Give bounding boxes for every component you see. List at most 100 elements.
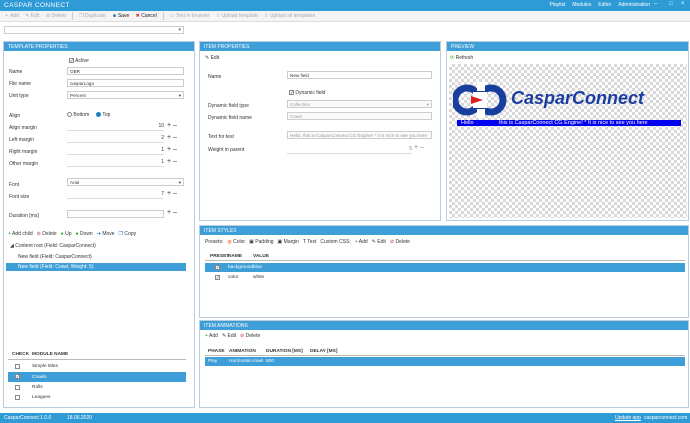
up-button[interactable]: ● Up bbox=[61, 231, 72, 237]
add-button[interactable]: + Add bbox=[4, 13, 19, 19]
right-margin-label: Right margin bbox=[9, 149, 38, 155]
down-button[interactable]: ● Down bbox=[76, 231, 93, 237]
checkbox-icon[interactable] bbox=[15, 363, 20, 369]
upload-template-button[interactable]: ⇧ Upload template bbox=[215, 13, 258, 19]
version-text: CasparConnect 1.0.0 bbox=[4, 415, 52, 421]
nav-editor[interactable]: Editor bbox=[598, 2, 611, 8]
minimize-icon[interactable]: – bbox=[654, 1, 657, 7]
style-row-selected[interactable]: ✓ background blue bbox=[205, 263, 685, 272]
pencil-icon: ✎ bbox=[371, 239, 376, 245]
move-button[interactable]: ➜ Move bbox=[97, 231, 115, 237]
style-delete-button[interactable]: ⊘ Delete bbox=[390, 239, 410, 245]
save-button[interactable]: ■ Save bbox=[112, 13, 129, 19]
upload-all-icon: ⇧ bbox=[264, 12, 269, 19]
website-link[interactable]: casparconnect.com bbox=[644, 415, 687, 421]
close-icon[interactable]: × bbox=[681, 1, 685, 7]
nav-playlist[interactable]: Playlist bbox=[550, 2, 566, 8]
dynamic-name-input[interactable]: Crawl bbox=[287, 112, 432, 120]
style-row[interactable]: ✓ color white bbox=[205, 273, 685, 282]
style-edit-button[interactable]: ✎ Edit bbox=[372, 239, 386, 245]
pencil-icon: ✎ bbox=[221, 333, 227, 339]
item-edit-button[interactable]: ✎ Edit bbox=[205, 55, 219, 61]
font-select[interactable]: Arial ▾ bbox=[67, 178, 184, 186]
increment-icon[interactable]: + – bbox=[167, 190, 177, 197]
date-text: 18.06.2020 bbox=[67, 415, 93, 421]
unit-type-select[interactable]: Percent ▾ bbox=[67, 91, 184, 99]
nav-modules[interactable]: Modules bbox=[572, 2, 591, 8]
test-in-browser-button[interactable]: ▭ Test in browser bbox=[170, 13, 210, 19]
animation-row-selected[interactable]: Play Horizontal crawl 500 bbox=[205, 357, 685, 366]
style-add-button[interactable]: + Add bbox=[355, 239, 368, 245]
update-app-link[interactable]: Update app bbox=[615, 415, 641, 421]
dynamic-type-select[interactable]: Collection ▾ bbox=[287, 100, 432, 108]
duration-label: Duration [ms] bbox=[9, 213, 39, 219]
module-row[interactable]: Leagues bbox=[8, 393, 186, 402]
animation-delete-button[interactable]: ⊘ Delete bbox=[240, 333, 260, 339]
dynamic-field-checkbox[interactable]: ✓ Dynamic field bbox=[289, 90, 325, 96]
animation-add-button[interactable]: + Add bbox=[205, 333, 218, 339]
right-margin-input[interactable]: 1 bbox=[67, 147, 164, 155]
align-top-radio[interactable]: Top bbox=[96, 112, 110, 118]
preview-panel: Preview ⟳ Refresh CasparConnect Hello th… bbox=[446, 41, 689, 221]
increment-icon[interactable]: + – bbox=[414, 144, 424, 151]
test-text-label: Text for test bbox=[208, 134, 234, 140]
text-icon: T bbox=[302, 239, 306, 245]
browser-icon: ▭ bbox=[169, 12, 175, 19]
duration-input[interactable] bbox=[67, 210, 164, 218]
margin-icon: ▣ bbox=[277, 239, 283, 245]
align-margin-input[interactable]: 10 bbox=[67, 123, 164, 131]
copy-button[interactable]: ❐ Copy bbox=[119, 231, 137, 237]
increment-icon[interactable]: + – bbox=[167, 122, 177, 129]
refresh-button[interactable]: ⟳ Refresh bbox=[450, 55, 473, 61]
test-text-input[interactable]: Hello, this is CasparConnect CG Engine! … bbox=[287, 131, 432, 139]
increment-icon[interactable]: + – bbox=[167, 158, 177, 165]
checkbox-icon[interactable]: ✓ bbox=[215, 264, 220, 270]
color-preset-button[interactable]: ◍ Color bbox=[227, 239, 245, 245]
padding-preset-button[interactable]: ▣ Padding bbox=[249, 239, 273, 245]
duplicate-button[interactable]: ❐ Duplicate bbox=[79, 13, 106, 19]
file-name-input[interactable]: casparLogo bbox=[67, 79, 184, 87]
tree-item-selected[interactable]: New field (Field: Crawl, Weight: 5) bbox=[6, 263, 186, 271]
name-input[interactable]: OBR bbox=[67, 67, 184, 75]
module-row[interactable]: Simple titles bbox=[8, 362, 186, 371]
delete-button[interactable]: ⊘ Delete bbox=[46, 13, 66, 19]
dynamic-type-label: Dynamic field type bbox=[208, 103, 249, 109]
edit-button[interactable]: ✎ Edit bbox=[25, 13, 39, 19]
template-select[interactable]: ▾ bbox=[4, 26, 184, 34]
upload-all-button[interactable]: ⇧ Upload all templates bbox=[264, 13, 315, 19]
nav-administration[interactable]: Administration bbox=[618, 2, 650, 8]
module-row-selected[interactable]: ✓ Crawls bbox=[8, 372, 186, 382]
item-name-input[interactable]: New field bbox=[287, 71, 432, 79]
increment-icon[interactable]: + – bbox=[167, 146, 177, 153]
refresh-icon: ⟳ bbox=[450, 55, 455, 61]
increment-icon[interactable]: + – bbox=[167, 134, 177, 141]
align-bottom-radio[interactable]: Bottom bbox=[67, 112, 89, 118]
active-checkbox[interactable]: ✓ Active bbox=[69, 58, 89, 64]
checkbox-icon[interactable] bbox=[15, 384, 20, 390]
checkbox-icon[interactable]: ✓ bbox=[215, 274, 220, 280]
styles-toolbar: Presets: ◍ Color ▣ Padding ▣ Margin T Te… bbox=[205, 239, 410, 245]
cancel-button[interactable]: ✖ Cancel bbox=[135, 13, 157, 19]
animation-edit-button[interactable]: ✎ Edit bbox=[222, 333, 236, 339]
weight-input[interactable]: 5 bbox=[287, 146, 412, 154]
text-preset-button[interactable]: T Text bbox=[303, 239, 316, 245]
font-size-input[interactable]: 7 bbox=[67, 191, 164, 199]
tree-item[interactable]: ◢ Content root (Field: CasparConnect) bbox=[6, 242, 186, 250]
modules-table-header: CHECK MODULE NAME bbox=[8, 352, 186, 360]
font-size-label: Font size bbox=[9, 194, 30, 200]
delete-icon: ⊘ bbox=[389, 239, 395, 245]
tree-item[interactable]: New field (Field: CasparConnect) bbox=[6, 253, 186, 261]
checkbox-icon[interactable] bbox=[15, 394, 20, 400]
tree-delete-button[interactable]: ⊘ Delete bbox=[37, 231, 57, 237]
check-icon: ✓ bbox=[69, 58, 74, 64]
module-row[interactable]: Rolls bbox=[8, 383, 186, 392]
other-margin-input[interactable]: 1 bbox=[67, 159, 164, 167]
margin-preset-button[interactable]: ▣ Margin bbox=[278, 239, 299, 245]
maximize-icon[interactable]: □ bbox=[669, 1, 673, 7]
increment-icon[interactable]: + – bbox=[167, 209, 177, 216]
left-margin-input[interactable]: 2 bbox=[67, 135, 164, 143]
checkbox-icon[interactable]: ✓ bbox=[15, 374, 20, 380]
plus-icon: + bbox=[5, 12, 8, 19]
add-child-button[interactable]: + Add child bbox=[8, 231, 33, 237]
chevron-down-icon: ▾ bbox=[178, 93, 181, 98]
